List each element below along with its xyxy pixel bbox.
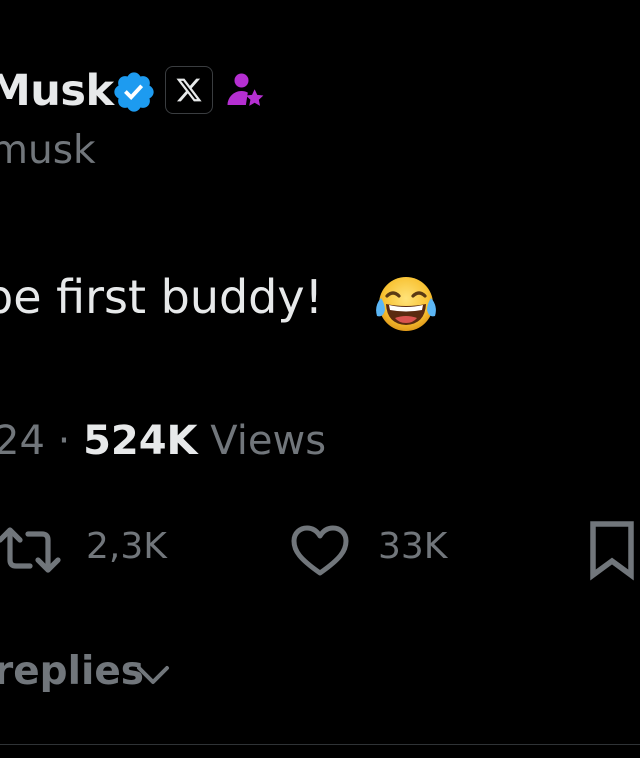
divider xyxy=(0,744,640,745)
views-count: 524K xyxy=(83,418,198,464)
views-label: Views xyxy=(210,418,327,464)
retweet-count[interactable]: 2,3K xyxy=(86,526,167,567)
retweet-icon[interactable] xyxy=(0,522,62,578)
bookmark-icon[interactable] xyxy=(586,519,638,581)
replies-sort-label[interactable]: replies xyxy=(0,649,144,694)
like-count[interactable]: 33K xyxy=(378,526,447,567)
post-meta: 24 · 524K Views xyxy=(0,418,326,464)
x-logo-icon xyxy=(176,78,202,102)
face-with-tears-of-joy-icon xyxy=(376,277,436,331)
display-name[interactable]: Musk xyxy=(0,66,114,116)
post-text: be first buddy! xyxy=(0,270,324,324)
heart-icon[interactable] xyxy=(290,523,350,579)
user-handle[interactable]: musk xyxy=(0,128,96,173)
subscriber-star-icon[interactable] xyxy=(224,70,266,112)
verified-badge-icon[interactable] xyxy=(111,69,157,115)
affiliate-badge[interactable] xyxy=(165,66,213,114)
chevron-down-icon[interactable] xyxy=(133,660,173,690)
post-date[interactable]: 24 xyxy=(0,418,45,464)
meta-separator: · xyxy=(57,418,71,464)
